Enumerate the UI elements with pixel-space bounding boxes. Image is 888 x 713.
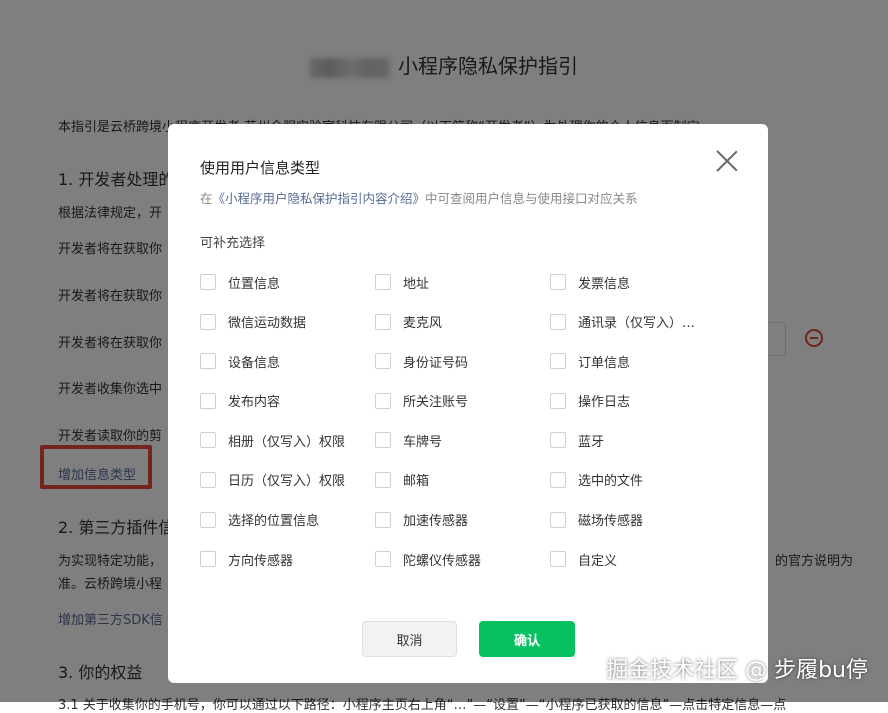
checkbox[interactable]	[200, 313, 216, 330]
option-item[interactable]: 车牌号	[375, 430, 550, 450]
checkbox[interactable]	[375, 471, 391, 488]
option-item[interactable]: 选中的文件	[550, 470, 725, 490]
checkbox[interactable]	[200, 274, 216, 290]
option-item[interactable]: 自定义	[550, 549, 725, 569]
checkbox[interactable]	[200, 353, 216, 370]
option-item[interactable]: 加速传感器	[375, 510, 550, 530]
option-item[interactable]: 微信运动数据	[200, 312, 375, 332]
option-item[interactable]: 蓝牙	[550, 430, 725, 450]
option-item[interactable]: 地址	[375, 272, 550, 292]
option-item[interactable]: 麦克风	[375, 312, 550, 332]
checkbox[interactable]	[200, 511, 216, 528]
checkbox[interactable]	[375, 511, 391, 528]
checkbox[interactable]	[200, 392, 216, 409]
option-item[interactable]: 所关注账号	[375, 391, 550, 411]
checkbox[interactable]	[375, 551, 391, 568]
checkbox[interactable]	[550, 313, 566, 330]
checkbox[interactable]	[550, 353, 566, 370]
dialog-description: 在《小程序用户隐私保护指引内容介绍》中可查阅用户信息与使用接口对应关系	[200, 191, 638, 206]
checkbox[interactable]	[550, 392, 566, 409]
option-item[interactable]: 位置信息	[200, 272, 375, 292]
option-item[interactable]: 发布内容	[200, 391, 375, 411]
checkbox[interactable]	[550, 432, 566, 449]
option-item[interactable]: 身份证号码	[375, 351, 550, 371]
option-item[interactable]: 相册（仅写入）权限	[200, 430, 375, 450]
checkbox[interactable]	[550, 471, 566, 488]
option-item[interactable]: 操作日志	[550, 391, 725, 411]
optional-section-label: 可补充选择	[200, 236, 266, 251]
checkbox[interactable]	[550, 551, 566, 568]
checkbox[interactable]	[200, 471, 216, 488]
option-item[interactable]: 发票信息	[550, 272, 725, 292]
option-item[interactable]: 设备信息	[200, 351, 375, 371]
option-item[interactable]: 日历（仅写入）权限	[200, 470, 375, 490]
dialog-title: 使用用户信息类型	[200, 159, 321, 177]
option-item[interactable]: 方向传感器	[200, 549, 375, 569]
checkbox[interactable]	[375, 313, 391, 330]
cancel-button[interactable]: 取消	[362, 621, 457, 657]
checkbox[interactable]	[550, 511, 566, 528]
confirm-button[interactable]: 确认	[479, 621, 575, 657]
close-icon[interactable]	[716, 150, 738, 172]
checkbox[interactable]	[375, 432, 391, 449]
checkbox[interactable]	[375, 274, 391, 290]
checkbox[interactable]	[200, 432, 216, 449]
privacy-guide-link[interactable]: 《小程序用户隐私保护指引内容介绍》	[213, 191, 426, 206]
checkbox[interactable]	[200, 551, 216, 568]
option-item[interactable]: 订单信息	[550, 351, 725, 371]
options-grid: 位置信息 地址 发票信息 微信运动数据 麦克风 通讯录（仅写入）… 设备信息 身…	[200, 272, 740, 569]
option-item[interactable]: 陀螺仪传感器	[375, 549, 550, 569]
option-item[interactable]: 通讯录（仅写入）…	[550, 312, 725, 332]
option-item[interactable]: 磁场传感器	[550, 510, 725, 530]
watermark: 掘金技术社区 @ 步履bu停	[606, 658, 868, 683]
checkbox[interactable]	[375, 392, 391, 409]
checkbox[interactable]	[550, 274, 566, 290]
option-item[interactable]: 选择的位置信息	[200, 510, 375, 530]
checkbox[interactable]	[375, 353, 391, 370]
option-item[interactable]: 邮箱	[375, 470, 550, 490]
info-type-dialog: 使用用户信息类型 在《小程序用户隐私保护指引内容介绍》中可查阅用户信息与使用接口…	[168, 124, 768, 683]
